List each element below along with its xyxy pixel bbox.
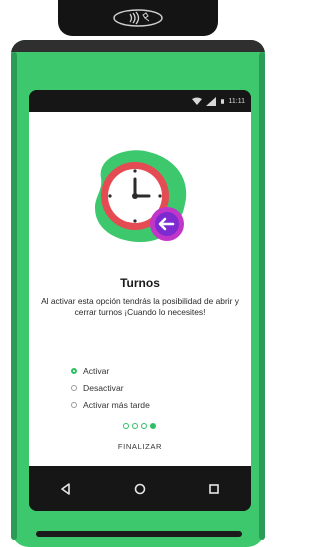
radio-icon[interactable] bbox=[71, 384, 77, 391]
back-triangle-icon[interactable] bbox=[59, 482, 73, 496]
device-side-left bbox=[11, 52, 17, 540]
battery-icon bbox=[220, 98, 224, 104]
radio-icon[interactable] bbox=[71, 401, 77, 408]
onboarding-screen: Turnos Al activar esta opción tendrás la… bbox=[29, 112, 251, 466]
clock-arrow-icon bbox=[95, 150, 187, 242]
signal-icon bbox=[205, 96, 216, 106]
page-dot bbox=[123, 423, 129, 429]
page-indicator bbox=[123, 423, 156, 429]
option-activar[interactable]: Activar bbox=[71, 362, 231, 379]
device-top-strip bbox=[11, 52, 265, 60]
option-label: Activar más tarde bbox=[83, 399, 150, 410]
page-dot bbox=[132, 423, 138, 429]
page-dot-active bbox=[150, 423, 156, 429]
option-label: Desactivar bbox=[83, 382, 124, 393]
home-circle-icon[interactable] bbox=[133, 482, 147, 496]
option-activar-mas-tarde[interactable]: Activar más tarde bbox=[71, 396, 231, 413]
device-screen: 11:11 Turnos Al activar esta opción tend… bbox=[29, 90, 251, 511]
radio-selected-icon[interactable] bbox=[71, 367, 77, 374]
finish-button[interactable]: FINALIZAR bbox=[29, 442, 251, 451]
status-time: 11:11 bbox=[228, 97, 245, 105]
page-description: Al activar esta opción tendrás la posibi… bbox=[41, 296, 239, 317]
status-bar: 11:11 bbox=[29, 90, 251, 112]
option-desactivar[interactable]: Desactivar bbox=[71, 379, 231, 396]
turnos-options: Activar Desactivar Activar más tarde bbox=[71, 362, 231, 413]
wifi-icon bbox=[191, 97, 202, 105]
nfc-reader bbox=[58, 0, 218, 36]
device-side-right bbox=[259, 52, 265, 540]
recent-square-icon[interactable] bbox=[207, 482, 221, 496]
option-label: Activar bbox=[83, 365, 110, 376]
navigation-bar bbox=[29, 466, 251, 511]
page-dot bbox=[141, 423, 147, 429]
contactless-icon bbox=[113, 9, 163, 27]
page-title: Turnos bbox=[120, 276, 160, 290]
device-bottom-bar bbox=[36, 531, 242, 537]
